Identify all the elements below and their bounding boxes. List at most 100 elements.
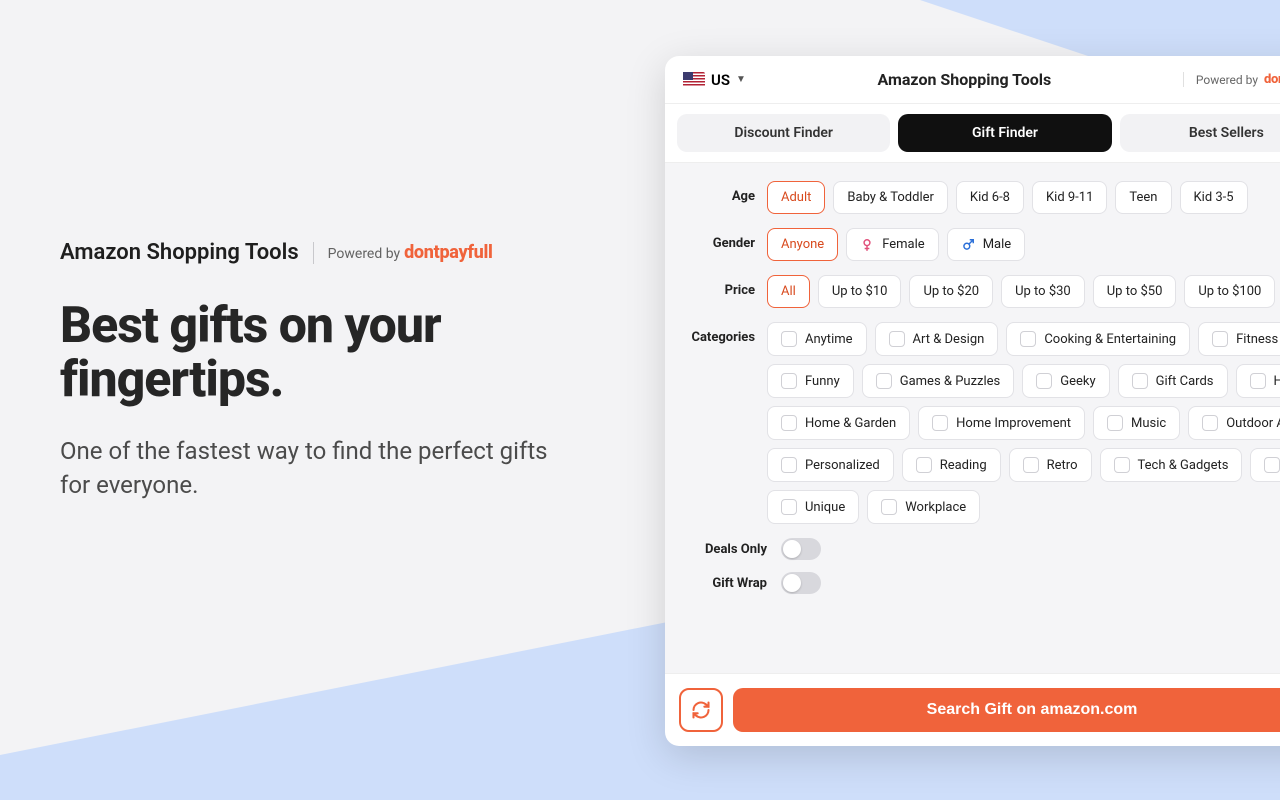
filter-categories: Categories AnytimeArt & DesignCooking & … (681, 322, 1280, 524)
checkbox-icon (1107, 415, 1123, 431)
flag-us-icon (683, 72, 705, 87)
female-icon (860, 238, 874, 252)
deals-only-label: Deals Only (681, 542, 767, 557)
category-option[interactable]: Funny (767, 364, 854, 398)
category-option[interactable]: Tech & Gadgets (1100, 448, 1243, 482)
gender-option-male[interactable]: Male (947, 228, 1025, 261)
checkbox-icon (781, 415, 797, 431)
age-option-kid911[interactable]: Kid 9-11 (1032, 181, 1107, 214)
tab-discount-finder[interactable]: Discount Finder (677, 114, 890, 152)
checkbox-icon (881, 499, 897, 515)
panel-header: US ▼ Amazon Shopping Tools Powered by do… (665, 56, 1280, 104)
price-option-30[interactable]: Up to $30 (1001, 275, 1085, 308)
powered-by-label: Powered by dontpayfull (328, 242, 493, 263)
title-row: Amazon Shopping Tools Powered by dontpay… (60, 240, 580, 265)
age-option-teen[interactable]: Teen (1115, 181, 1171, 214)
chevron-down-icon: ▼ (736, 74, 746, 85)
category-option[interactable]: Cooking & Entertaining (1006, 322, 1190, 356)
gender-chips: Anyone Female Male (767, 228, 1025, 261)
price-option-10[interactable]: Up to $10 (818, 275, 902, 308)
checkbox-icon (932, 415, 948, 431)
search-button[interactable]: Search Gift on amazon.com (733, 688, 1280, 732)
tool-panel: US ▼ Amazon Shopping Tools Powered by do… (665, 56, 1280, 746)
category-option[interactable]: Fitness & (1198, 322, 1280, 356)
panel-title: Amazon Shopping Tools (756, 70, 1173, 89)
headline: Best gifts on your fingertips. (60, 299, 580, 407)
checkbox-icon (1264, 457, 1280, 473)
checkbox-icon (1212, 331, 1228, 347)
checkbox-icon (889, 331, 905, 347)
panel-footer: Search Gift on amazon.com (665, 673, 1280, 746)
price-label: Price (681, 275, 767, 298)
age-option-kid68[interactable]: Kid 6-8 (956, 181, 1024, 214)
male-icon (961, 238, 975, 252)
checkbox-icon (1202, 415, 1218, 431)
tab-best-sellers[interactable]: Best Sellers (1120, 114, 1280, 152)
category-option[interactable]: Personalized (767, 448, 894, 482)
marketing-copy: Amazon Shopping Tools Powered by dontpay… (60, 240, 580, 502)
tabs: Discount Finder Gift Finder Best Sellers (665, 104, 1280, 163)
category-option[interactable]: Hap (1236, 364, 1280, 398)
brand-logo-small: dontpayfull (1264, 72, 1280, 87)
age-option-kid35[interactable]: Kid 3-5 (1180, 181, 1248, 214)
category-option[interactable]: Geeky (1022, 364, 1109, 398)
checkbox-icon (1132, 373, 1148, 389)
categories-label: Categories (681, 322, 767, 345)
filters: Age Adult Baby & Toddler Kid 6-8 Kid 9-1… (665, 163, 1280, 673)
checkbox-icon (876, 373, 892, 389)
checkbox-icon (781, 499, 797, 515)
gender-option-female[interactable]: Female (846, 228, 938, 261)
price-option-20[interactable]: Up to $20 (909, 275, 993, 308)
gift-wrap-toggle[interactable] (781, 572, 821, 594)
deals-only-toggle[interactable] (781, 538, 821, 560)
tab-gift-finder[interactable]: Gift Finder (898, 114, 1111, 152)
age-label: Age (681, 181, 767, 204)
checkbox-icon (916, 457, 932, 473)
subheadline: One of the fastest way to find the perfe… (60, 435, 580, 502)
gender-label: Gender (681, 228, 767, 251)
filter-price: Price All Up to $10 Up to $20 Up to $30 … (681, 275, 1280, 308)
category-option[interactable]: Anytime (767, 322, 867, 356)
category-option[interactable]: Gift Cards (1118, 364, 1228, 398)
category-option[interactable]: Unique (767, 490, 859, 524)
category-option[interactable]: Reading (902, 448, 1001, 482)
panel-powered-by: Powered by dontpayfull (1183, 72, 1280, 87)
country-label: US (711, 71, 730, 89)
checkbox-icon (1020, 331, 1036, 347)
checkbox-icon (781, 373, 797, 389)
category-option[interactable]: Home Improvement (918, 406, 1085, 440)
gender-option-anyone[interactable]: Anyone (767, 228, 838, 261)
checkbox-icon (1023, 457, 1039, 473)
reset-button[interactable] (679, 688, 723, 732)
filter-gender: Gender Anyone Female Male (681, 228, 1280, 261)
category-option[interactable]: Retro (1009, 448, 1092, 482)
gift-wrap-label: Gift Wrap (681, 576, 767, 591)
category-chips: AnytimeArt & DesignCooking & Entertainin… (767, 322, 1280, 524)
checkbox-icon (781, 331, 797, 347)
checkbox-icon (1114, 457, 1130, 473)
category-option[interactable]: Games & Puzzles (862, 364, 1015, 398)
filter-age: Age Adult Baby & Toddler Kid 6-8 Kid 9-1… (681, 181, 1280, 214)
age-chips: Adult Baby & Toddler Kid 6-8 Kid 9-11 Te… (767, 181, 1248, 214)
category-option[interactable]: Tra (1250, 448, 1280, 482)
checkbox-icon (781, 457, 797, 473)
app-title: Amazon Shopping Tools (60, 240, 299, 265)
category-option[interactable]: Outdoor Ad (1188, 406, 1280, 440)
category-option[interactable]: Music (1093, 406, 1180, 440)
country-select[interactable]: US ▼ (683, 71, 746, 89)
price-option-50[interactable]: Up to $50 (1093, 275, 1177, 308)
filter-deals-only: Deals Only (681, 538, 1280, 560)
price-chips: All Up to $10 Up to $20 Up to $30 Up to … (767, 275, 1280, 308)
checkbox-icon (1036, 373, 1052, 389)
price-option-all[interactable]: All (767, 275, 810, 308)
brand-logo: dontpayfull (404, 242, 492, 263)
category-option[interactable]: Home & Garden (767, 406, 910, 440)
divider (313, 242, 314, 264)
age-option-baby[interactable]: Baby & Toddler (833, 181, 948, 214)
price-option-100[interactable]: Up to $100 (1184, 275, 1275, 308)
checkbox-icon (1250, 373, 1266, 389)
category-option[interactable]: Workplace (867, 490, 980, 524)
filter-gift-wrap: Gift Wrap (681, 572, 1280, 594)
category-option[interactable]: Art & Design (875, 322, 999, 356)
age-option-adult[interactable]: Adult (767, 181, 825, 214)
